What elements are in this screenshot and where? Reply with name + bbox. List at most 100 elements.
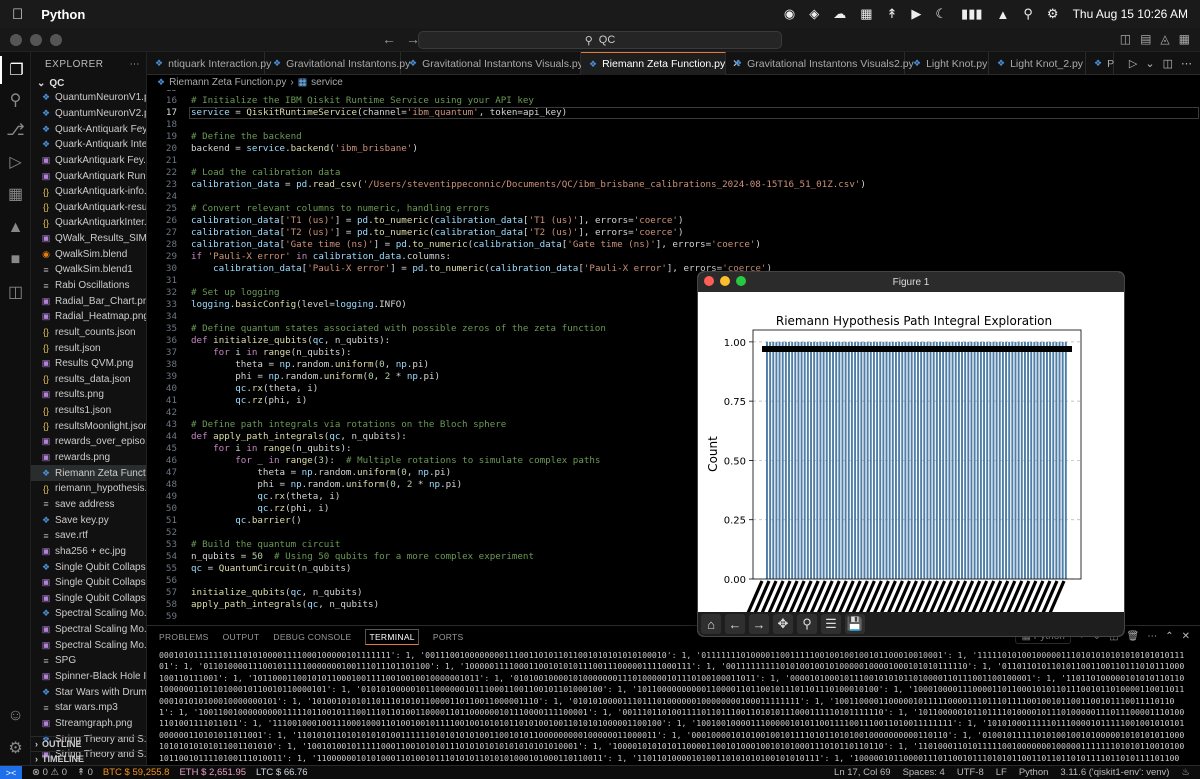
eth-price[interactable]: ETH $ 2,651.95 <box>179 767 246 778</box>
editor-tab[interactable]: ❖ Light Knot_2.py <box>989 52 1086 75</box>
end-of-line[interactable]: LF <box>996 767 1007 778</box>
extensions-icon[interactable]: ▦ <box>0 180 31 208</box>
search-icon[interactable]: ⚲ <box>0 86 31 114</box>
file-tree-item[interactable]: ▣ Results QVM.png <box>31 356 146 372</box>
toggle-panel-icon[interactable]: ▤ <box>1140 32 1151 46</box>
file-tree-item[interactable]: ▣ Spinner-Black Hole I... <box>31 669 146 685</box>
indentation[interactable]: Spaces: 4 <box>903 767 945 778</box>
code-line[interactable]: 26 calibration_data['T1 (us)'] = pd.to_nu… <box>147 215 1200 227</box>
status-icon[interactable]: ◉ <box>784 6 795 22</box>
split-editor-icon[interactable]: ◫ <box>1163 57 1173 70</box>
ltc-price[interactable]: LTC $ 66.76 <box>256 767 308 778</box>
remote-explorer-icon[interactable]: ◫ <box>0 278 31 306</box>
file-tree-item[interactable]: ▣ rewards_over_episo... <box>31 434 146 450</box>
file-tree-item[interactable]: ▣ Spectral Scaling Mo... <box>31 622 146 638</box>
editor-tab[interactable]: ❖ ntiquark Interaction.py <box>147 52 271 75</box>
panel-tab[interactable]: OUTPUT <box>223 632 260 642</box>
code-line[interactable]: 18 <box>147 119 1200 131</box>
cloud-icon[interactable]: ☁ <box>833 6 846 22</box>
more-actions-icon[interactable]: ⋯ <box>130 59 141 70</box>
editor-tab[interactable]: ❖ P <box>1086 52 1114 75</box>
more-actions-icon[interactable]: ⋯ <box>1181 57 1192 70</box>
editor-tab[interactable]: ❖ Gravitational Instantons.py <box>265 52 410 75</box>
save-figure-icon[interactable]: 💾 <box>845 614 865 634</box>
code-line[interactable]: 16 # Initialize the IBM Qiskit Runtime Se… <box>147 95 1200 107</box>
file-tree-item[interactable]: ❖ Save key.py <box>31 512 146 528</box>
close-panel-icon[interactable]: ✕ <box>1182 631 1190 642</box>
file-tree-item[interactable]: ❖ Single Qubit Collaps... <box>31 559 146 575</box>
file-tree-item[interactable]: ≡ star wars.mp3 <box>31 700 146 716</box>
file-tree-item[interactable]: ◉ QwalkSim.blend <box>31 246 146 262</box>
command-center-search[interactable]: ⚲ QC <box>418 31 782 49</box>
back-arrow-icon[interactable]: ← <box>382 31 396 47</box>
file-tree-item[interactable]: ≡ save address <box>31 497 146 513</box>
pan-move-icon[interactable]: ✥ <box>773 614 793 634</box>
moon-icon[interactable]: ☾ <box>935 6 947 22</box>
apple-icon[interactable]:  <box>12 6 23 23</box>
clock[interactable]: Thu Aug 15 10:26 AM <box>1073 7 1188 21</box>
minimize-window-button[interactable] <box>30 33 42 46</box>
file-tree-item[interactable]: {} QuarkAntiquark-info... <box>31 184 146 200</box>
figure-close-button[interactable] <box>704 276 714 286</box>
file-tree-item[interactable]: ❖ Star Wars with Drum... <box>31 684 146 700</box>
code-line[interactable]: 29 if 'Pauli-X error' in calibration_data… <box>147 251 1200 263</box>
file-tree-item[interactable]: ▣ Streamgraph.png <box>31 716 146 732</box>
code-line[interactable]: 27 calibration_data['T2 (us)'] = pd.to_nu… <box>147 227 1200 239</box>
file-tree-item[interactable]: {} resultsMoonlight.json <box>31 418 146 434</box>
figure-minimize-button[interactable] <box>720 276 730 286</box>
panel-tab[interactable]: PORTS <box>433 632 464 642</box>
file-tree-item[interactable]: {} result.json <box>31 340 146 356</box>
file-tree-item[interactable]: ❖ QuantumNeuronV2.py <box>31 106 146 122</box>
file-tree-item[interactable]: ▣ QuarkAntiquark Fey... <box>31 153 146 169</box>
file-tree-item[interactable]: ▣ sha256 + ec.jpg <box>31 544 146 560</box>
figure-zoom-button[interactable] <box>736 276 746 286</box>
network-icon[interactable]: ◈ <box>809 6 819 22</box>
file-tree-item[interactable]: {} riemann_hypothesis... <box>31 481 146 497</box>
file-tree-item[interactable]: ▣ Radial_Bar_Chart.png <box>31 293 146 309</box>
panel-tab[interactable]: DEBUG CONSOLE <box>273 632 351 642</box>
file-tree-item[interactable]: {} result_counts.json <box>31 325 146 341</box>
file-tree-item[interactable]: ❖ Quark-Antiquark Fey... <box>31 121 146 137</box>
docker-icon[interactable]: ■ <box>0 246 31 274</box>
file-tree-item[interactable]: ▣ rewards.png <box>31 450 146 466</box>
file-tree-item[interactable]: ▣ Single Qubit Collaps... <box>31 575 146 591</box>
file-tree-item[interactable]: {} results_data.json <box>31 372 146 388</box>
file-tree-item[interactable]: ▣ Spectral Scaling Mo... <box>31 637 146 653</box>
code-line[interactable]: 23 calibration_data = pd.read_csv('/Users… <box>147 179 1200 191</box>
language-mode[interactable]: Python <box>1019 767 1049 778</box>
file-tree-item[interactable]: ≡ save.rtf <box>31 528 146 544</box>
code-line[interactable]: 17 service = QiskitRuntimeService(channel… <box>147 107 1200 119</box>
more-actions-icon[interactable]: ⋯ <box>1147 631 1157 642</box>
wifi-icon[interactable]: ▲ <box>997 7 1010 22</box>
app-name[interactable]: Python <box>41 7 85 22</box>
play-icon[interactable]: ▶ <box>911 6 921 22</box>
antenna-icon[interactable]: ↟ <box>886 6 897 22</box>
code-line[interactable]: 21 <box>147 155 1200 167</box>
toggle-secondary-sidebar-icon[interactable]: ◬ <box>1160 32 1169 46</box>
remote-indicator-icon[interactable]: >< <box>0 765 22 779</box>
breadcrumb-symbol[interactable]: service <box>311 77 343 88</box>
close-window-button[interactable] <box>10 33 22 46</box>
editor-tab[interactable]: ❖ Light Knot.py <box>905 52 989 75</box>
outline-section[interactable]: › OUTLINE <box>31 736 146 750</box>
editor-tab[interactable]: ❖ Gravitational Instantons Visuals.py <box>401 52 583 75</box>
file-tree-item[interactable]: ▣ Single Qubit Collaps... <box>31 591 146 607</box>
cursor-position[interactable]: Ln 17, Col 69 <box>834 767 891 778</box>
btc-price[interactable]: BTC $ 59,255.8 <box>103 767 170 778</box>
file-tree-item[interactable]: ▣ QWalk_Results_SIM... <box>31 231 146 247</box>
file-tree-item[interactable]: ❖ Spectral Scaling Mo... <box>31 606 146 622</box>
forward-arrow-icon[interactable]: → <box>749 614 769 634</box>
file-tree-item[interactable]: ❖ QuantumNeuronV1.py <box>31 90 146 106</box>
terminal-output[interactable]: 0001010111111011101010000111100010000010… <box>159 650 1189 764</box>
ports-indicator[interactable]: ↟ 0 <box>77 767 93 778</box>
settings-gear-icon[interactable]: ⚙ <box>0 734 31 762</box>
file-tree-item[interactable]: {} QuarkAntiquark-resu... <box>31 199 146 215</box>
file-tree-item[interactable]: ≡ QwalkSim.blend1 <box>31 262 146 278</box>
trash-icon[interactable]: 🗑 <box>1127 631 1140 642</box>
file-tree-item[interactable]: ❖ Quark-Antiquark Inte... <box>31 137 146 153</box>
control-center-icon[interactable]: ⚙ <box>1047 6 1059 22</box>
editor-tab[interactable]: ❖ Gravitational Instantons Visuals2.py <box>726 52 914 75</box>
run-debug-icon[interactable]: ▷ <box>0 148 31 176</box>
file-tree-item[interactable]: ▣ Radial_Heatmap.png <box>31 309 146 325</box>
battery-icon[interactable]: ▮▮▮ <box>961 6 982 22</box>
